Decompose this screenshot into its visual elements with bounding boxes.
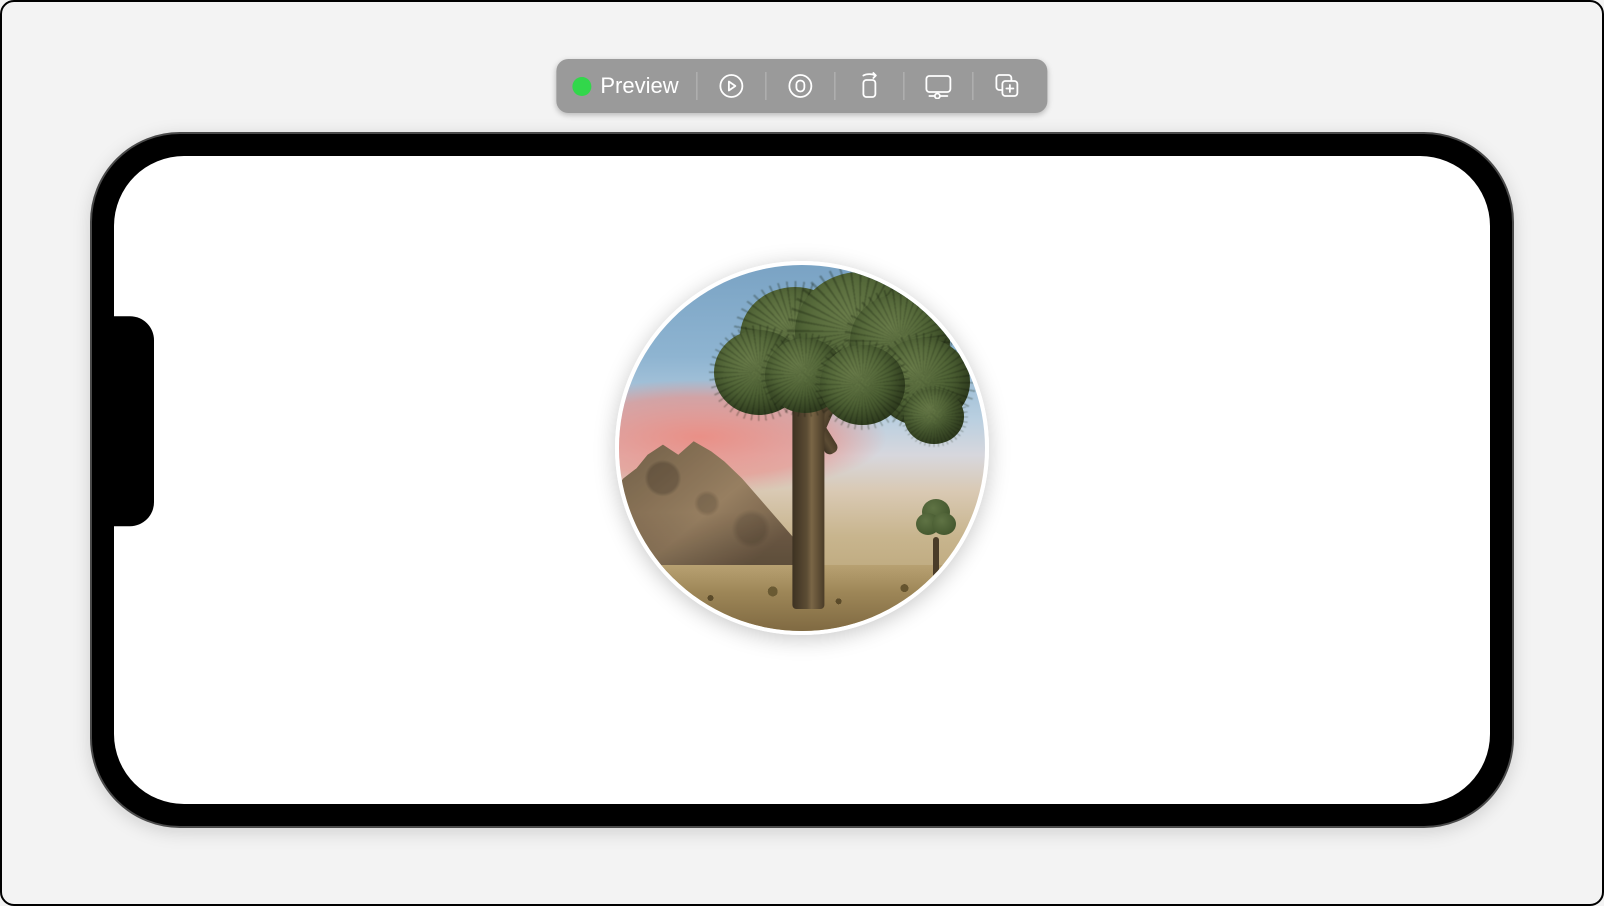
preview-toolbar: Preview xyxy=(556,59,1047,113)
foliage xyxy=(904,389,964,444)
play-circle-icon xyxy=(719,73,745,99)
device-notch xyxy=(114,316,154,526)
divider xyxy=(904,72,905,100)
divider xyxy=(766,72,767,100)
device-settings-button[interactable] xyxy=(909,64,969,108)
display-slider-icon xyxy=(924,73,954,99)
device-screen[interactable] xyxy=(114,156,1490,804)
preview-label: Preview xyxy=(600,73,678,99)
circle-inset-icon xyxy=(788,73,814,99)
rotate-device-button[interactable] xyxy=(840,64,900,108)
clipped-circle-image xyxy=(615,261,989,635)
distant-tree xyxy=(916,499,956,579)
accessibility-inspector-button[interactable] xyxy=(771,64,831,108)
duplicate-preview-button[interactable] xyxy=(978,64,1038,108)
status-indicator-icon xyxy=(572,77,591,96)
joshua-tree-scene xyxy=(619,265,985,631)
divider xyxy=(835,72,836,100)
preview-status[interactable]: Preview xyxy=(566,73,692,99)
live-preview-button[interactable] xyxy=(702,64,762,108)
foliage xyxy=(820,345,905,425)
tree-trunk xyxy=(792,404,824,609)
divider xyxy=(697,72,698,100)
device-frame xyxy=(90,132,1514,828)
divider xyxy=(973,72,974,100)
duplicate-plus-icon xyxy=(994,72,1022,100)
rock-formation xyxy=(615,411,817,579)
rotate-icon xyxy=(857,71,883,101)
